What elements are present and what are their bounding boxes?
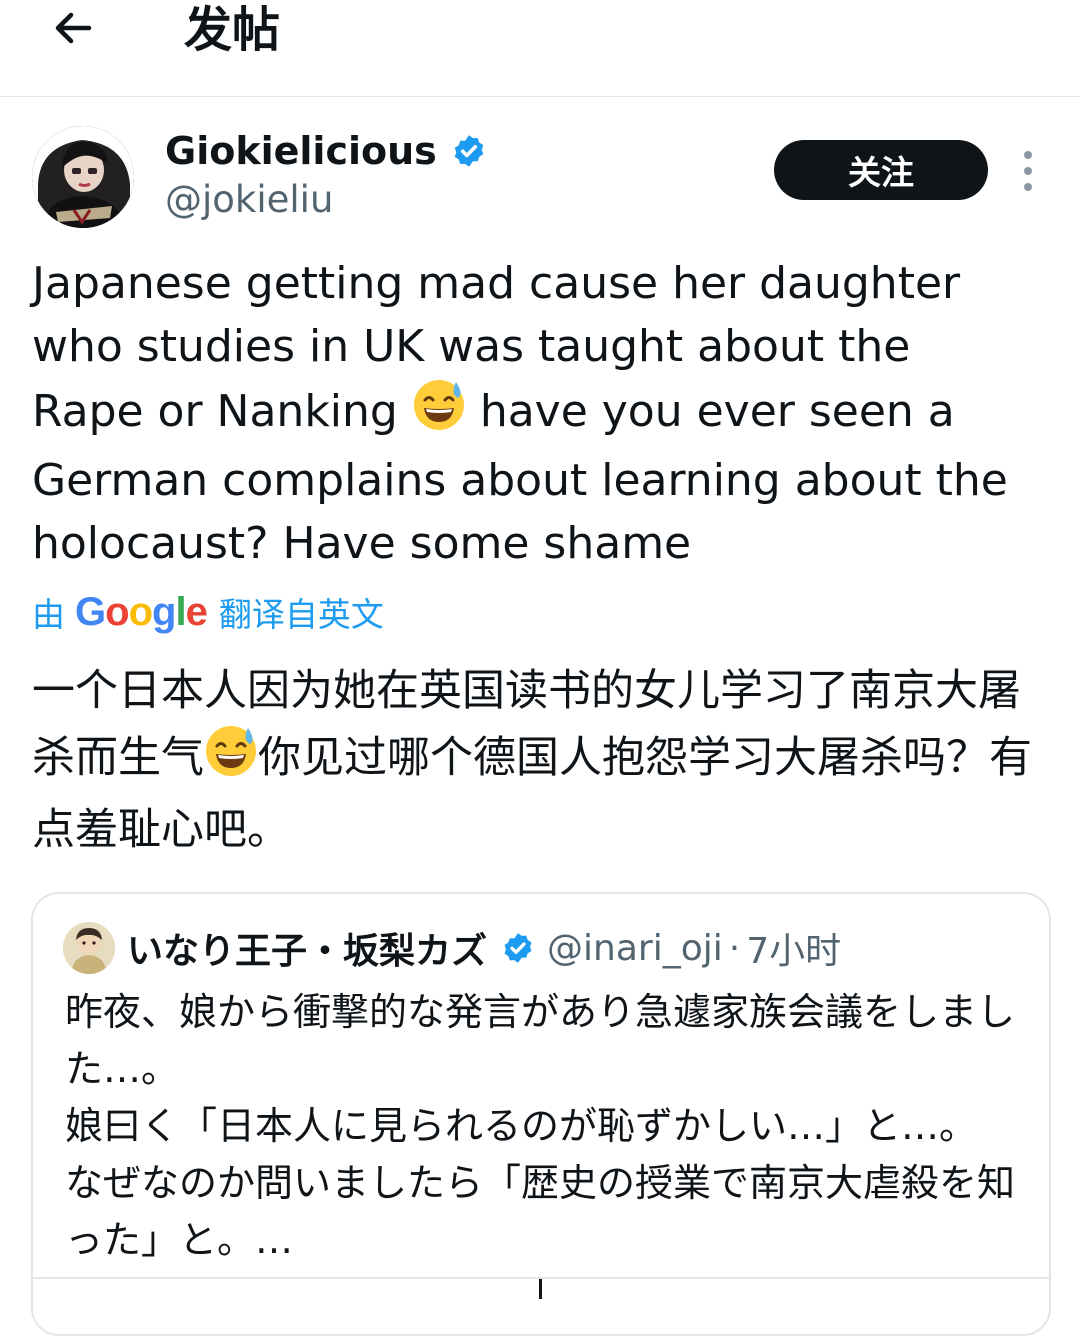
media-divider xyxy=(539,1279,542,1299)
follow-button[interactable]: 关注 xyxy=(774,140,988,200)
quoted-tweet-media[interactable] xyxy=(33,1277,1049,1339)
google-logo: Google xyxy=(75,589,208,634)
author-name-row[interactable]: Giokielicious xyxy=(165,128,487,174)
quoted-tweet-time: 7小时 xyxy=(746,931,842,972)
grinning-face-with-sweat-icon xyxy=(204,724,258,797)
avatar-image xyxy=(32,126,134,228)
quoted-tweet-header: いなり王子・坂梨カズ @inari_oji · 7小时 xyxy=(63,922,841,974)
translated-text: 一个日本人因为她在英国读书的女儿学习了南京大屠杀而生气 你见过哪个德国人抱怨学习大… xyxy=(32,658,1050,863)
author-handle[interactable]: @jokieliu xyxy=(165,177,333,223)
more-vertical-icon[interactable] xyxy=(1008,145,1048,197)
verified-badge-icon xyxy=(451,133,487,169)
more-dot xyxy=(1024,151,1032,159)
translate-suffix: 翻译自英文 xyxy=(218,595,384,634)
quoted-tweet-text: 昨夜、娘から衝撃的な発言があり急遽家族会議をしました…。 娘曰く「日本人に見られ… xyxy=(65,990,1016,1262)
quoted-tweet-card[interactable]: いなり王子・坂梨カズ @inari_oji · 7小时 昨夜、娘から衝撃的な発言… xyxy=(31,892,1051,1336)
arrow-left-icon xyxy=(55,12,92,44)
top-bar: 发帖 xyxy=(0,0,1080,97)
separator-dot: · xyxy=(728,927,741,969)
more-dot xyxy=(1024,183,1032,191)
tweet-text: Japanese getting mad cause her daughter … xyxy=(32,252,1042,575)
translation-attribution[interactable]: 由 Google 翻译自英文 xyxy=(32,586,384,638)
page-title: 发帖 xyxy=(184,2,281,58)
grinning-face-with-sweat-icon xyxy=(412,378,466,449)
quoted-author-avatar xyxy=(63,922,115,974)
verified-badge-icon xyxy=(501,931,535,965)
quoted-author-name: いなり王子・坂梨カズ xyxy=(127,931,488,972)
author-avatar[interactable] xyxy=(32,126,134,228)
back-button[interactable] xyxy=(40,0,106,56)
quoted-author-handle: @inari_oji xyxy=(547,927,723,969)
more-dot xyxy=(1024,167,1032,175)
translate-prefix: 由 xyxy=(32,595,65,634)
author-display-name: Giokielicious xyxy=(165,129,437,173)
